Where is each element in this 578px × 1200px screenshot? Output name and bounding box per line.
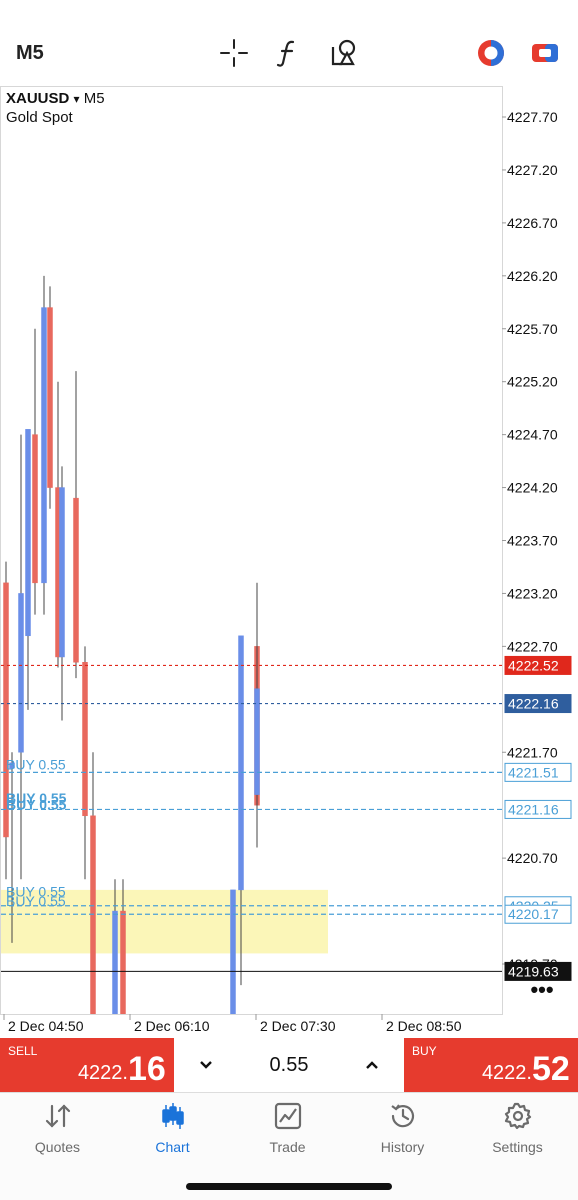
volume-increase-button[interactable]	[358, 1052, 386, 1078]
tab-trade[interactable]: Trade	[230, 1101, 345, 1161]
tab-quotes[interactable]: Quotes	[0, 1101, 115, 1161]
y-tick-label: 4221.70	[507, 744, 558, 760]
symbol-dropdown-icon[interactable]: ▾	[74, 92, 80, 106]
candle-body	[18, 593, 24, 753]
tab-settings-label: Settings	[492, 1139, 543, 1155]
symbol-timeframe: M5	[83, 90, 105, 107]
symbol-description: Gold Spot	[6, 109, 73, 126]
candle-body	[112, 910, 118, 1014]
x-tick-label: 2 Dec 06:10	[134, 1018, 210, 1034]
price-label-bid: 4222.16	[508, 696, 559, 712]
candle-body	[120, 910, 126, 1014]
tab-history[interactable]: History	[345, 1101, 460, 1161]
tab-chart[interactable]: Chart	[115, 1101, 230, 1161]
buy-button[interactable]: BUY 4222. 52	[404, 1038, 578, 1092]
volume-decrease-button[interactable]	[192, 1052, 220, 1078]
tab-settings[interactable]: Settings	[460, 1101, 575, 1161]
candle-body	[41, 307, 47, 584]
y-tick-label: 4226.70	[507, 215, 558, 231]
y-tick-label: 4223.20	[507, 585, 558, 601]
y-tick-label: 4226.20	[507, 268, 558, 284]
candle-body	[254, 688, 260, 795]
y-tick-label: 4224.20	[507, 480, 558, 496]
chevron-down-icon	[200, 1061, 212, 1069]
history-icon	[390, 1104, 414, 1128]
sell-price-prefix: 4222.	[77, 1062, 128, 1084]
y-tick-label: 4227.70	[507, 109, 558, 125]
candle-body	[59, 487, 65, 658]
order-label: BUY 0.55	[6, 756, 66, 772]
candle-body	[32, 434, 38, 584]
tab-chart-label: Chart	[155, 1139, 190, 1155]
chart-symbol[interactable]: XAUUSD ▾ M5	[6, 90, 105, 107]
price-label-order: 4221.16	[508, 801, 559, 817]
sell-price: 4222. 16	[0, 1038, 174, 1092]
chart-icon	[161, 1103, 184, 1129]
y-tick-label: 4220.70	[507, 850, 558, 866]
settings-icon	[504, 1102, 531, 1130]
y-tick-label: 4227.20	[507, 162, 558, 178]
sell-price-big: 16	[128, 1050, 166, 1088]
y-tick-label: 4225.20	[507, 374, 558, 390]
volume-input[interactable]: 0.55	[234, 1054, 344, 1077]
x-tick-label: 2 Dec 07:30	[260, 1018, 336, 1034]
tab-quotes-label: Quotes	[34, 1139, 81, 1155]
tab-trade-label: Trade	[269, 1139, 306, 1155]
y-tick-label: 4225.70	[507, 321, 558, 337]
volume-control: 0.55	[174, 1038, 404, 1092]
candle-body	[25, 429, 31, 637]
order-label: BUY 0.55	[6, 797, 67, 813]
buy-price-big: 52	[532, 1050, 570, 1088]
trade-bar: SELL 4222. 16 0.55 BUY 4222. 52	[0, 1038, 578, 1092]
y-tick-label: 4222.70	[507, 638, 558, 654]
candle-body	[47, 307, 53, 488]
x-tick-label: 2 Dec 04:50	[8, 1018, 84, 1034]
candle-body	[230, 889, 236, 1014]
sell-button[interactable]: SELL 4222. 16	[0, 1038, 174, 1092]
app-root: M5 4227.70 4227.20 4226.70 4226.20 4225.…	[0, 0, 578, 1200]
y-tick-label: 4223.70	[507, 533, 558, 549]
buy-price-prefix: 4222.	[481, 1062, 532, 1084]
x-tick-label: 2 Dec 08:50	[386, 1018, 462, 1034]
candle-body	[90, 815, 96, 1014]
buy-price: 4222. 52	[404, 1038, 578, 1092]
price-label-order: 4221.51	[508, 764, 559, 780]
trade-icon	[274, 1102, 301, 1130]
candle-body	[238, 635, 244, 891]
quotes-icon	[45, 1104, 70, 1128]
candle-body	[73, 497, 79, 663]
price-chart[interactable]: 4227.70 4227.20 4226.70 4226.20 4225.70 4225.…	[0, 0, 578, 1040]
candle-body	[82, 662, 88, 817]
more-options-icon[interactable]: •••	[528, 979, 556, 1003]
symbol-name: XAUUSD	[6, 90, 70, 107]
chevron-up-icon	[366, 1061, 378, 1069]
price-label-ask: 4222.52	[508, 657, 559, 673]
price-label-order: 4220.17	[508, 906, 559, 922]
home-indicator	[186, 1183, 392, 1190]
order-label: BUY 0.55	[6, 893, 66, 909]
y-tick-label: 4224.70	[507, 427, 558, 443]
tab-history-label: History	[380, 1139, 425, 1155]
